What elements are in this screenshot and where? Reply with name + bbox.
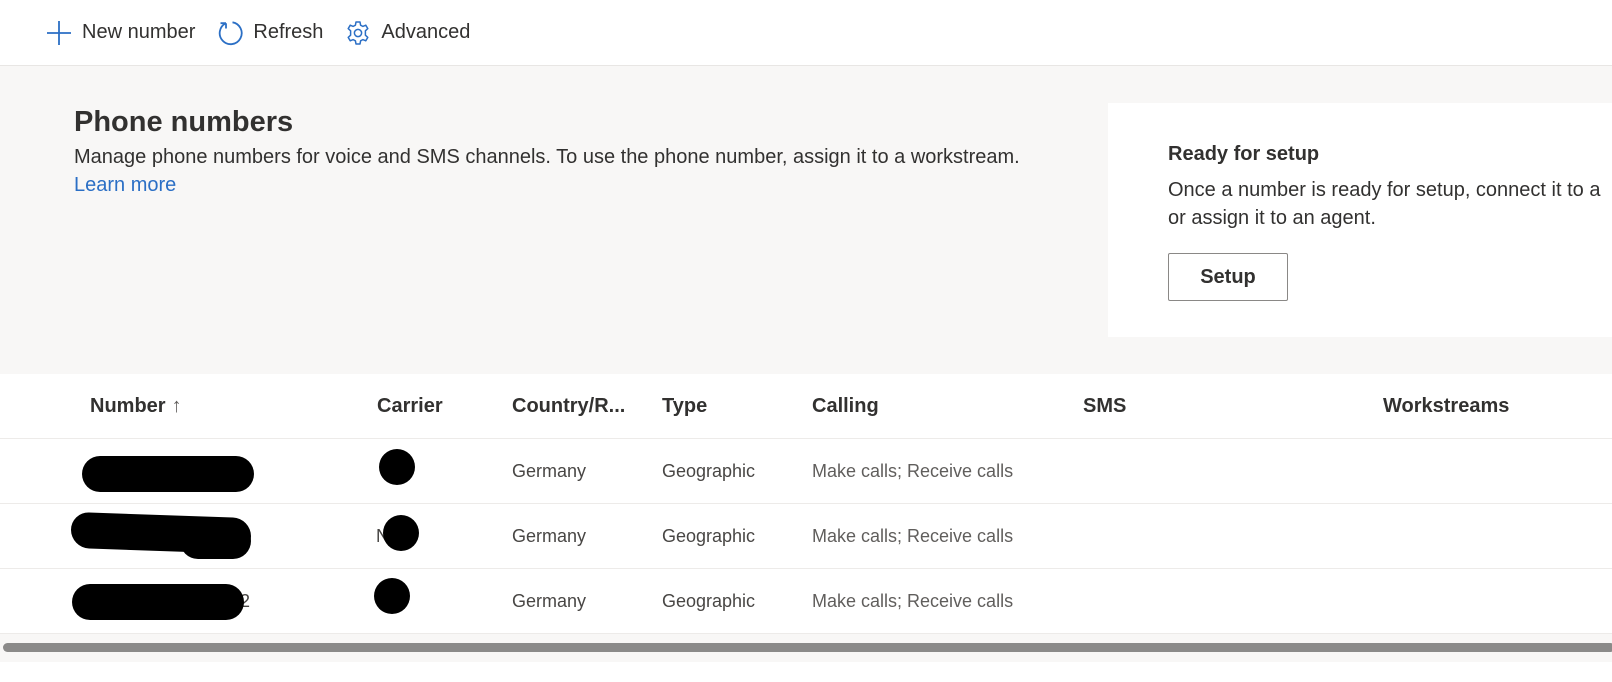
learn-more-link[interactable]: Learn more [74,174,176,197]
redacted-carrier [379,449,415,485]
column-header-calling[interactable]: Calling [812,374,879,438]
setup-card-description-line1: Once a number is ready for setup, connec… [1168,179,1601,201]
new-number-label: New number [82,21,196,43]
setup-card-description-line2: or assign it to an agent. [1168,207,1376,229]
gear-icon [345,20,371,46]
cell-calling: Make calls; Receive calls [812,526,1014,546]
ready-for-setup-card: Ready for setup Once a number is ready f… [1108,103,1612,337]
cell-country: Germany [512,461,587,481]
redacted-number-tail [180,523,251,559]
table-header: Number ↑ Carrier Country/R... Type Callin… [0,374,1612,439]
redacted-number [82,456,254,492]
new-number-button[interactable]: New number [46,13,195,53]
cell-type: Geographic [662,526,756,546]
setup-button[interactable]: Setup [1168,253,1288,301]
table-row[interactable]: Germany Geographic Make calls; Receive c… [0,439,1612,504]
command-bar: New number Refresh Advanced [0,0,1612,66]
horizontal-scrollbar-thumb[interactable] [3,643,1612,652]
advanced-button[interactable]: Advanced [345,13,470,53]
table-row[interactable]: N Germany Geographic Make calls; Receive… [0,504,1612,569]
column-header-carrier[interactable]: Carrier [377,374,443,438]
cell-country: Germany [512,591,587,611]
advanced-label: Advanced [381,21,471,43]
phone-numbers-table: Number ↑ Carrier Country/R... Type Callin… [0,374,1612,634]
horizontal-scrollbar[interactable] [0,634,1612,662]
cell-type: Geographic [662,591,756,611]
setup-card-title: Ready for setup [1168,143,1320,165]
refresh-label: Refresh [253,21,324,43]
redacted-carrier [383,515,419,551]
column-header-country[interactable]: Country/R... [512,374,625,438]
redacted-carrier [374,578,410,614]
column-header-workstreams[interactable]: Workstreams [1383,374,1509,438]
page-description: Manage phone numbers for voice and SMS c… [74,146,1020,168]
refresh-icon [217,20,243,46]
column-header-number[interactable]: Number ↑ [90,374,182,438]
cell-country: Germany [512,526,587,546]
plus-icon [46,20,72,46]
sort-ascending-icon: ↑ [171,395,182,417]
cell-calling: Make calls; Receive calls [812,461,1014,481]
setup-card-description: Once a number is ready for setup, connec… [1168,176,1612,232]
cell-type: Geographic [662,461,756,481]
cell-calling: Make calls; Receive calls [812,591,1014,611]
page-header: Phone numbers Manage phone numbers for v… [0,66,1612,374]
redacted-number [72,584,244,620]
column-header-type[interactable]: Type [662,374,707,438]
refresh-button[interactable]: Refresh [217,13,323,53]
page-title: Phone numbers [74,106,294,138]
table-row[interactable]: 2 Germany Geographic Make calls; Receive… [0,569,1612,634]
column-header-sms[interactable]: SMS [1083,374,1126,438]
